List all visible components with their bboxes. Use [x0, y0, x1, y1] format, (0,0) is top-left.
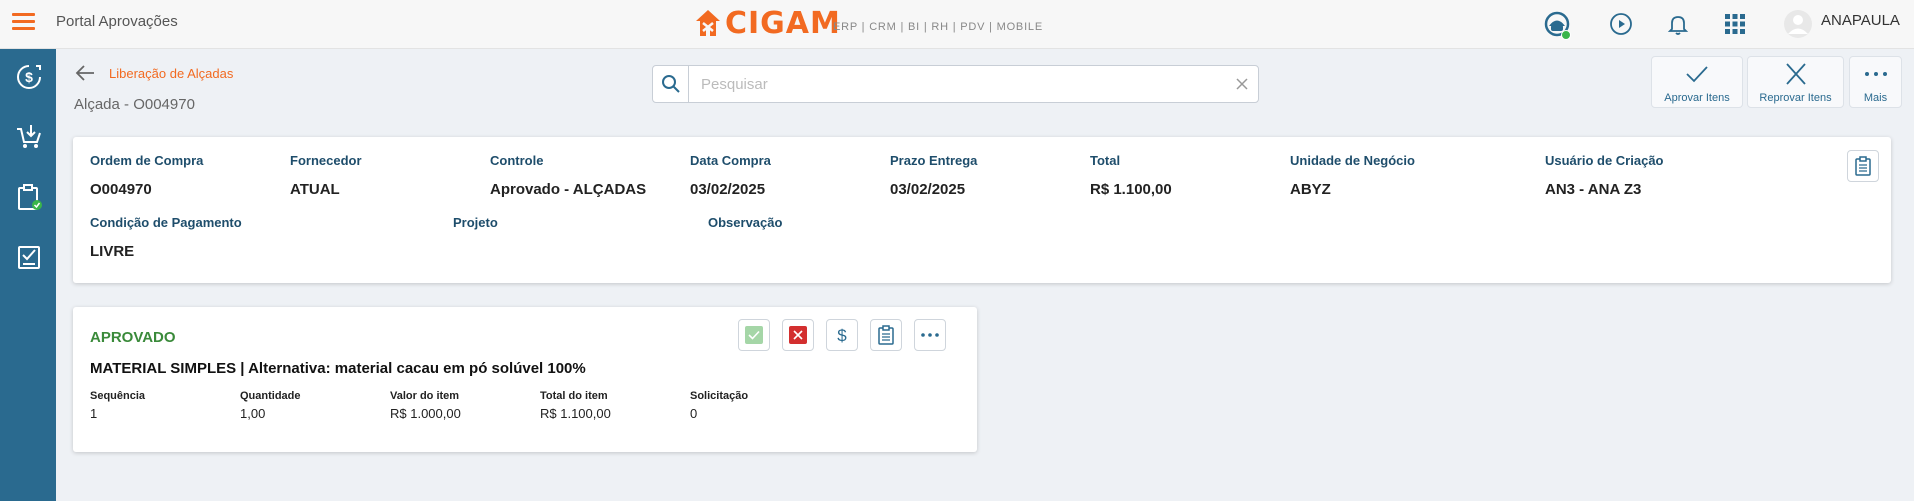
item-value-value: R$ 1.000,00 [390, 406, 461, 421]
more-horizontal-icon [1864, 72, 1887, 76]
item-total-value: R$ 1.100,00 [540, 406, 611, 421]
hamburger-icon[interactable] [12, 13, 35, 33]
request-label: Solicitação [690, 390, 749, 402]
reject-items-label: Reprovar Itens [1759, 92, 1832, 104]
bell-icon[interactable] [1662, 8, 1694, 40]
dollar-icon: $ [837, 326, 847, 345]
logo-house-icon [696, 10, 720, 36]
quantity-value: 1,00 [240, 406, 266, 421]
order-number-label: Ordem de Compra [90, 153, 204, 168]
page-title: Alçada - O004970 [74, 96, 195, 113]
request-value: 0 [690, 406, 698, 421]
item-status: APROVADO [90, 329, 176, 346]
close-icon [1785, 63, 1806, 85]
business-unit-value: ABYZ [1290, 181, 1331, 198]
apps-grid-icon[interactable] [1719, 8, 1751, 40]
purchase-date-label: Data Compra [690, 153, 771, 168]
clear-search-icon[interactable] [1234, 76, 1250, 92]
more-button[interactable]: Mais [1849, 56, 1902, 108]
user-avatar-icon[interactable] [1782, 8, 1814, 40]
top-bar: Portal Aprovações CIGAM ERP | CRM | BI |… [0, 0, 1914, 49]
control-label: Controle [490, 153, 544, 168]
breadcrumb[interactable]: Liberação de Alçadas [109, 66, 233, 81]
item-total-label: Total do item [540, 390, 608, 402]
approve-item-button[interactable] [738, 319, 770, 351]
order-card: Ordem de Compra O004970 Fornecedor ATUAL… [73, 137, 1891, 283]
sequence-value: 1 [90, 406, 98, 421]
reject-item-button[interactable] [782, 319, 814, 351]
sidebar: $ [0, 49, 56, 501]
logo-text: CIGAM [725, 5, 841, 41]
clipboard-check-icon[interactable] [14, 182, 44, 212]
order-details-button[interactable] [1847, 150, 1879, 182]
quantity-label: Quantidade [240, 390, 301, 402]
approve-items-label: Aprovar Itens [1664, 92, 1730, 104]
item-more-button[interactable] [914, 319, 946, 351]
user-name[interactable]: ANAPAULA [1821, 12, 1900, 29]
clipboard-icon [878, 325, 894, 345]
creator-user-value: AN3 - ANA Z3 [1545, 181, 1642, 198]
svg-text:$: $ [25, 69, 33, 85]
delivery-date-label: Prazo Entrega [890, 153, 978, 168]
delivery-date-value: 03/02/2025 [890, 181, 966, 198]
check-icon [1686, 66, 1708, 83]
reject-item-icon [789, 326, 807, 344]
reject-items-button[interactable]: Reprovar Itens [1747, 56, 1844, 108]
search-box [652, 65, 1259, 103]
creator-user-label: Usuário de Criação [1545, 153, 1664, 168]
total-label: Total [1090, 153, 1121, 168]
item-card: APROVADO $ MATERIAL SIMPLES | Alternativ… [73, 307, 977, 452]
supplier-label: Fornecedor [290, 153, 362, 168]
checklist-icon[interactable] [14, 242, 44, 272]
approve-item-icon [745, 326, 763, 344]
payment-condition-label: Condição de Pagamento [90, 215, 242, 230]
dollar-circle-icon[interactable]: $ [14, 62, 44, 92]
supplier-value: ATUAL [290, 181, 340, 198]
item-price-button[interactable]: $ [826, 319, 858, 351]
search-button[interactable] [653, 66, 689, 102]
app-title: Portal Aprovações [56, 13, 178, 30]
online-status-dot [1561, 30, 1571, 40]
cigam-logo: CIGAM [695, 5, 841, 41]
svg-text:$: $ [837, 326, 847, 345]
project-label: Projeto [453, 215, 498, 230]
control-value: Aprovado - ALÇADAS [490, 181, 647, 198]
more-horizontal-icon [921, 333, 939, 337]
item-details-button[interactable] [870, 319, 902, 351]
logo-modules: ERP | CRM | BI | RH | PDV | MOBILE [833, 21, 1043, 33]
sequence-label: Sequência [90, 390, 146, 402]
search-icon [661, 75, 680, 93]
total-value: R$ 1.100,00 [1090, 181, 1172, 198]
support-icon[interactable] [1541, 8, 1573, 40]
clipboard-icon [1855, 156, 1871, 176]
cart-download-icon[interactable] [14, 122, 44, 152]
order-number-value: O004970 [90, 181, 152, 198]
search-input[interactable] [701, 74, 1201, 94]
business-unit-label: Unidade de Negócio [1290, 153, 1415, 168]
back-arrow-icon[interactable] [74, 64, 96, 82]
item-title: MATERIAL SIMPLES | Alternativa: material… [90, 360, 586, 377]
item-value-label: Valor do item [390, 390, 460, 402]
payment-condition-value: LIVRE [90, 243, 135, 260]
more-label: Mais [1863, 92, 1888, 104]
approve-items-button[interactable]: Aprovar Itens [1651, 56, 1743, 108]
play-circle-icon[interactable] [1605, 8, 1637, 40]
purchase-date-value: 03/02/2025 [690, 181, 766, 198]
observation-label: Observação [708, 215, 783, 230]
